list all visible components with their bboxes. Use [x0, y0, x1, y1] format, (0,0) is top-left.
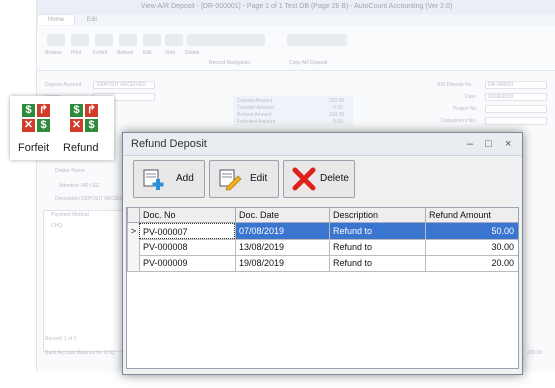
ribbon-label-edit: Edit [143, 50, 152, 56]
department-label: Department No. [441, 118, 477, 124]
doc-date-cell[interactable]: 07/08/2019 [235, 223, 329, 239]
department-field[interactable] [485, 117, 547, 125]
refund-deposit-dialog: Refund Deposit – □ × Add Edit Delete Doc… [122, 132, 523, 375]
add-label: Add [176, 173, 194, 184]
description-cell[interactable]: Refund to [329, 239, 425, 255]
col-doc-no[interactable]: Doc. No [139, 208, 235, 222]
dialog-title: Refund Deposit [131, 138, 207, 150]
edit-icon [219, 169, 242, 191]
deposit-account-label: Deposit Account [45, 82, 82, 88]
ribbon-label-print: Print [71, 50, 82, 56]
ar-deposit-no-value: DR-000001 [488, 82, 514, 88]
transfer-amount-label: Transfer Amount [237, 105, 274, 111]
col-description[interactable]: Description [329, 208, 425, 222]
row-indicator-cell [127, 255, 139, 271]
transfer-amount-value: 0.00 [333, 105, 343, 111]
delete-small-icon[interactable] [187, 34, 205, 46]
app-title: View A/R Deposit - [DR-000001] - Page 1 … [37, 0, 555, 14]
attention-value: MR LEE [81, 183, 100, 189]
dialog-titlebar: Refund Deposit – □ × [123, 133, 522, 156]
ribbon-label-forfeit: Forfeit [93, 50, 108, 56]
edit-label: Edit [250, 173, 268, 184]
ribbon-label-record-navigation: Record Navigation [209, 60, 251, 66]
browse-icon[interactable] [47, 34, 65, 46]
bank-balance-label: Bank Account Balance for CHQ [45, 350, 115, 356]
tab-edit[interactable]: Edit [77, 15, 107, 25]
description-cell[interactable]: Refund to [329, 255, 425, 271]
refund-amount-value: 100.00 [329, 112, 345, 118]
col-doc-date[interactable]: Doc. Date [235, 208, 329, 222]
edit-small-icon[interactable] [143, 34, 161, 46]
table-row[interactable]: PV-000008 13/08/2019 Refund to 30.00 [127, 239, 518, 256]
copy-deposit-icon[interactable] [287, 34, 347, 46]
debtor-name-label: Debtor Name [55, 168, 85, 174]
row-indicator-icon: > [127, 223, 139, 239]
record-navigation-arrows[interactable] [205, 34, 265, 46]
forfeited-amount-label: Forfeited Amount [237, 119, 276, 125]
minimize-button[interactable]: – [467, 133, 473, 155]
maximize-button[interactable]: □ [485, 133, 492, 155]
ribbon-label-copy: Copy AR Deposit [289, 60, 328, 66]
deposit-amount-value: 200.00 [329, 98, 345, 104]
forfeit-small-icon[interactable] [95, 34, 113, 46]
refund-amount-label: Refund Amount [237, 112, 272, 118]
doc-no-cell[interactable]: PV-000008 [139, 239, 235, 255]
refund-table: Doc. No Doc. Date Description Refund Amo… [126, 207, 519, 369]
delete-label: Delete [320, 173, 349, 184]
project-label: Project No. [453, 106, 478, 112]
delete-button[interactable]: Delete [283, 160, 355, 198]
refund-amount-cell[interactable]: 20.00 [425, 255, 518, 271]
void-icon[interactable] [165, 34, 183, 46]
doc-no-cell[interactable]: PV-000007 [139, 223, 235, 239]
total-value: 200.00 [527, 350, 543, 356]
forfeit-label: Forfeit [18, 142, 50, 154]
ar-deposit-no-label: A/R Deposit No. [437, 82, 473, 88]
refund-tile-icon[interactable]: $ ↱ ✕ $ [70, 104, 100, 134]
deposit-amount-label: Deposit Amount [237, 98, 273, 104]
payment-method-header: Payment Method [51, 212, 89, 218]
table-header: Doc. No Doc. Date Description Refund Amo… [127, 208, 518, 223]
tab-home[interactable]: Home [37, 14, 76, 25]
project-field[interactable] [485, 105, 547, 113]
doc-no-cell[interactable]: PV-000009 [139, 255, 235, 271]
row-indicator-header [127, 208, 139, 222]
ribbon-label-delete: Delete [185, 50, 200, 56]
table-row[interactable]: > PV-000007 07/08/2019 Refund to 50.00 [127, 223, 518, 240]
doc-date-cell[interactable]: 13/08/2019 [235, 239, 329, 255]
add-button[interactable]: Add [133, 160, 205, 198]
refund-amount-cell[interactable]: 50.00 [425, 223, 518, 239]
record-navigator[interactable]: Record: 1 of 1 [45, 336, 76, 342]
payment-method-value: CHQ [51, 223, 63, 229]
close-button[interactable]: × [505, 133, 511, 155]
ribbon: Browse Print Forfeit Refund Edit Void De… [37, 26, 555, 71]
forfeit-tile-icon[interactable]: $ ↱ ✕ $ [22, 104, 52, 134]
forfeit-refund-callout: $ ↱ ✕ $ $ ↱ ✕ $ Forfeit Refund [10, 96, 114, 160]
forfeited-amount-value: 0.00 [333, 119, 343, 125]
description-cell[interactable]: Refund to [329, 223, 425, 239]
refund-amount-cell[interactable]: 30.00 [425, 239, 518, 255]
refund-small-icon[interactable] [119, 34, 137, 46]
table-row[interactable]: PV-000009 19/08/2019 Refund to 20.00 [127, 255, 518, 272]
deposit-account-value: DEPOSIT RECEIVED [97, 82, 146, 88]
ribbon-label-refund: Refund [117, 50, 134, 56]
ribbon-label-browse: Browse [45, 50, 62, 56]
edit-button[interactable]: Edit [209, 160, 279, 198]
refund-label: Refund [63, 142, 99, 154]
print-icon[interactable] [71, 34, 89, 46]
description-label: Description [55, 196, 81, 202]
delete-icon [292, 167, 316, 191]
date-label: Date [465, 94, 476, 100]
ribbon-label-void: Void [165, 50, 175, 56]
date-value: 02/08/2019 [488, 94, 514, 100]
col-refund-amount[interactable]: Refund Amount [425, 208, 518, 222]
doc-date-cell[interactable]: 19/08/2019 [235, 255, 329, 271]
row-indicator-cell [127, 239, 139, 255]
add-icon [143, 169, 164, 190]
ribbon-tabs: Home Edit [37, 14, 555, 26]
attention-label: Attention [59, 183, 79, 189]
